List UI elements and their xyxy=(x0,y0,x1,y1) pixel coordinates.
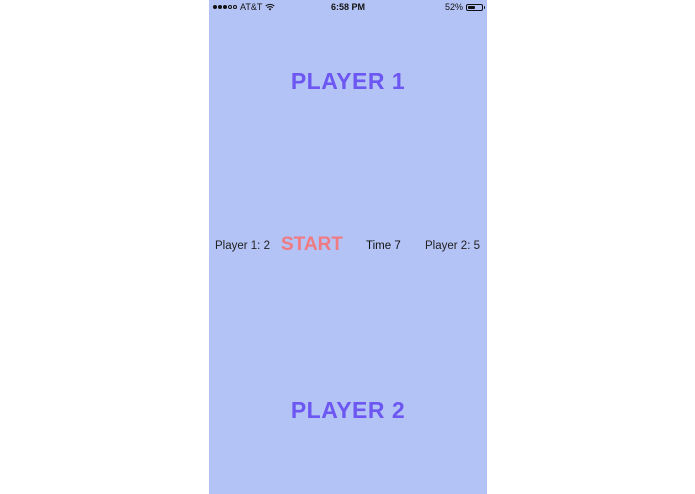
status-bar: AT&T 6:58 PM 52% xyxy=(209,0,487,14)
player-1-title: PLAYER 1 xyxy=(290,68,406,94)
battery-icon xyxy=(466,3,485,11)
start-button[interactable]: START xyxy=(281,234,343,256)
score-bar: Player 1: 2 START Time 7 Player 2: 5 xyxy=(209,234,487,260)
player-1-score: Player 1: 2 xyxy=(215,240,270,252)
battery-level-fill xyxy=(468,5,475,9)
game-screen: AT&T 6:58 PM 52% PLAYER 1 Player 1: 2 ST… xyxy=(209,0,487,494)
battery-percent: 52% xyxy=(444,2,463,12)
player-2-title: PLAYER 2 xyxy=(290,397,406,423)
timer: Time 7 xyxy=(366,240,401,252)
status-bar-right: 52% xyxy=(444,2,485,12)
player-2-score: Player 2: 5 xyxy=(425,240,480,252)
